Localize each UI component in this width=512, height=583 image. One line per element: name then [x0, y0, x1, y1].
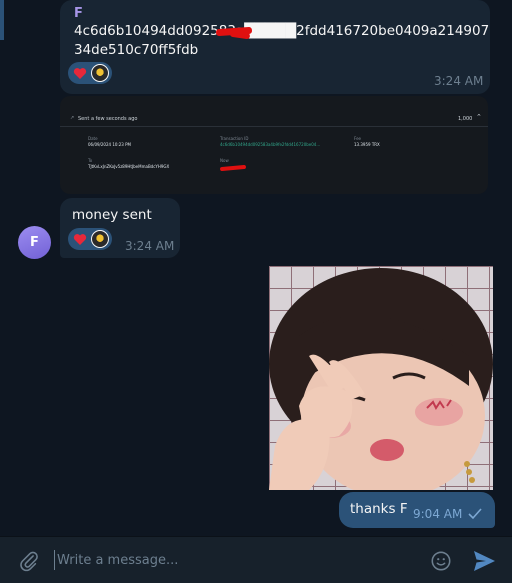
screenshot-to: To TJtKvLxJnZKoJv5z89HtJbeMmaBdcYH9GX [88, 158, 170, 169]
heart-icon [71, 64, 89, 82]
heart-icon [71, 230, 89, 248]
message-bubble-hash[interactable]: F 4c6d6b10494dd092583a█████2fdd416720be0… [60, 0, 490, 94]
message-bubble-outgoing[interactable]: thanks F 9:04 AM [339, 492, 495, 528]
message-time: 3:24 AM [434, 74, 484, 88]
screenshot-header: ↗ Sent a few seconds ago 1,000 ⌃ [70, 113, 482, 122]
chat-scroll-edge [0, 0, 4, 40]
emoji-icon[interactable] [428, 548, 454, 574]
reactor-avatar [91, 230, 109, 248]
photo-image [269, 266, 493, 490]
message-text: money sent [72, 207, 152, 223]
screenshot-now: Now [220, 158, 229, 163]
check-icon [468, 505, 482, 524]
message-image-screenshot[interactable]: ↗ Sent a few seconds ago 1,000 ⌃ Date 06… [60, 96, 488, 194]
divider [60, 126, 488, 127]
message-time: 9:04 AM [413, 507, 463, 521]
reaction-chip[interactable] [68, 228, 112, 250]
redaction-mark [219, 164, 247, 172]
screenshot-txid: Transaction ID 4c6d6b10494dd092583a4b9fe… [220, 136, 321, 147]
screenshot-fee: Fee 13.3959 TRX [354, 136, 380, 147]
chevron-up-icon: ⌃ [476, 113, 482, 121]
screenshot-date: Date 06/09/2024 10:23 PM [88, 136, 131, 147]
message-text: 4c6d6b10494dd092583a█████2fdd416720be040… [74, 23, 490, 58]
reaction-chip[interactable] [68, 62, 112, 84]
sender-name: F [74, 6, 83, 21]
chat-history[interactable]: F 4c6d6b10494dd092583a█████2fdd416720be0… [0, 0, 512, 536]
send-icon[interactable] [470, 547, 498, 575]
message-photo[interactable] [269, 266, 493, 490]
message-text: thanks F [350, 501, 408, 517]
paperclip-icon[interactable] [16, 548, 42, 574]
reactor-avatar [91, 64, 109, 82]
message-time: 3:24 AM [125, 239, 175, 253]
message-bubble-money-sent[interactable]: money sent 3:24 AM [60, 198, 180, 258]
message-input[interactable] [54, 550, 354, 570]
avatar[interactable]: F [18, 226, 51, 259]
message-composer [0, 536, 512, 583]
